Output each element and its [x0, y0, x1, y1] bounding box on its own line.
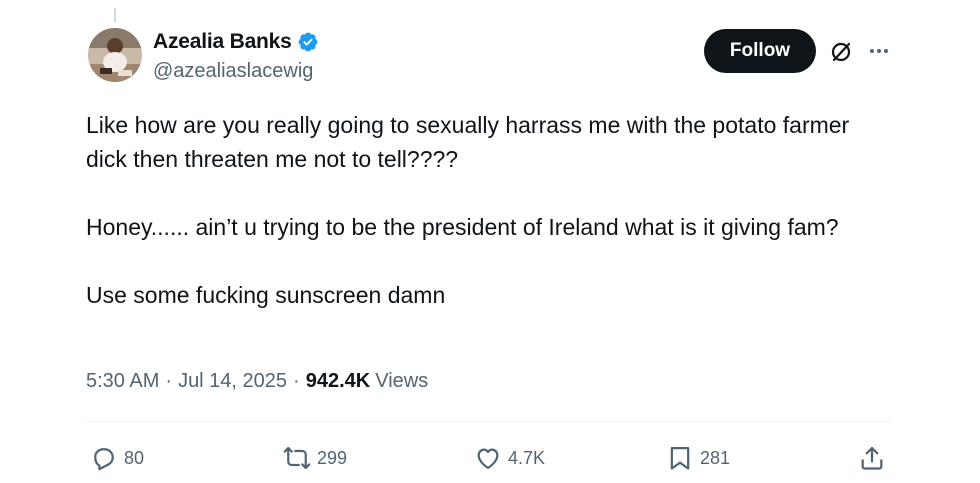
share-icon	[861, 446, 883, 470]
reply-button[interactable]: 80	[90, 444, 144, 472]
tweet-meta: 5:30 AM · Jul 14, 2025 · 942.4K Views	[86, 370, 428, 393]
avatar[interactable]	[88, 28, 142, 82]
bookmark-icon	[670, 446, 690, 470]
repost-button[interactable]: 299	[283, 444, 347, 472]
like-count: 4.7K	[508, 447, 546, 468]
repost-count: 299	[317, 447, 348, 468]
share-button[interactable]	[858, 444, 886, 472]
author-name-row[interactable]: Azealia Banks	[153, 30, 319, 54]
divider	[86, 421, 892, 422]
meta-separator: ·	[165, 370, 173, 392]
tweet-paragraph: Like how are you really going to sexuall…	[86, 112, 850, 172]
heart-icon	[477, 448, 499, 470]
tweet-paragraph: Honey...... ain’t u trying to be the pre…	[86, 214, 839, 240]
tweet-text: Like how are you really going to sexuall…	[86, 108, 886, 312]
bookmark-count: 281	[700, 447, 731, 468]
thread-line	[114, 8, 116, 22]
verified-badge-icon	[297, 31, 319, 53]
like-button[interactable]: 4.7K	[474, 444, 545, 472]
reply-count: 80	[124, 447, 145, 468]
author-handle[interactable]: @azealiaslacewig	[153, 60, 313, 83]
bookmark-button[interactable]: 281	[666, 444, 730, 472]
profile-photo-icon	[88, 28, 142, 82]
follow-button[interactable]: Follow	[704, 29, 816, 73]
author-display-name[interactable]: Azealia Banks	[153, 30, 292, 54]
repost-icon	[283, 446, 311, 470]
tweet-paragraph: Use some fucking sunscreen damn	[86, 282, 446, 308]
tweet-date[interactable]: Jul 14, 2025	[178, 370, 287, 393]
more-icon[interactable]	[866, 38, 892, 64]
reply-icon	[94, 448, 114, 471]
views-count: 942.4K	[305, 370, 371, 392]
tweet-time[interactable]: 5:30 AM	[86, 370, 159, 393]
views-label: Views	[375, 370, 429, 392]
meta-separator: ·	[293, 370, 300, 392]
grok-icon[interactable]	[829, 40, 853, 64]
